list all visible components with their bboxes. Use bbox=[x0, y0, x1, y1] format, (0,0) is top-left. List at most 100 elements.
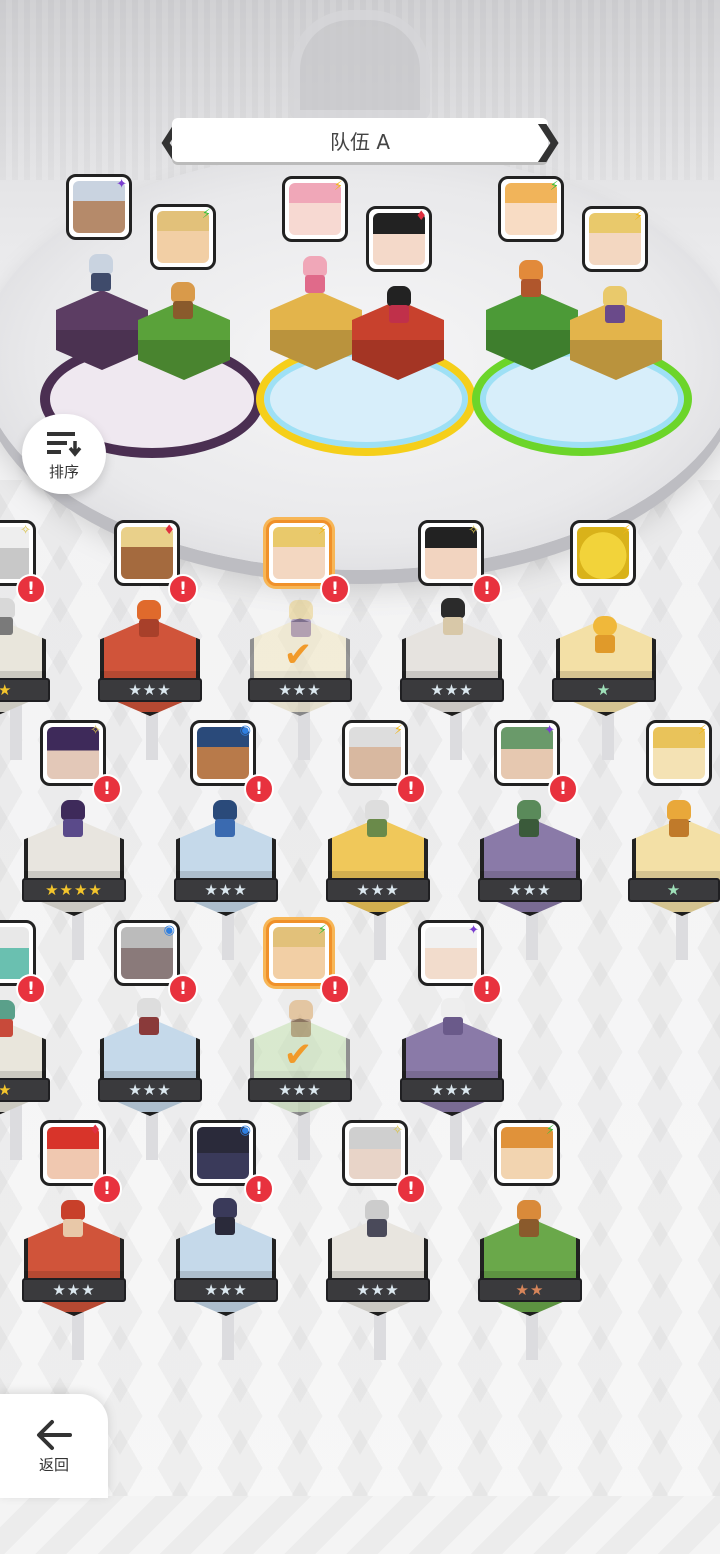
team-portrait[interactable]: ⚡ bbox=[150, 204, 216, 270]
hero-sprite[interactable] bbox=[206, 1198, 244, 1238]
lightning-element-icon: ⚡ bbox=[317, 523, 327, 538]
hero-sprite[interactable] bbox=[358, 1200, 396, 1240]
team-member-sprite[interactable] bbox=[164, 282, 202, 322]
hero-sprite[interactable] bbox=[0, 598, 22, 638]
hero-portrait[interactable]: ◉ bbox=[190, 1120, 256, 1186]
back-label: 返回 bbox=[38, 1455, 69, 1474]
hero-portrait[interactable]: ✧ bbox=[342, 1120, 408, 1186]
hero-portrait[interactable]: ✧ bbox=[418, 520, 484, 586]
fire-element-icon: ♦ bbox=[415, 209, 427, 224]
team-portrait[interactable]: ⚡ bbox=[498, 176, 564, 242]
team-portrait[interactable]: ⚡ bbox=[282, 176, 348, 242]
hero-sprite[interactable] bbox=[510, 1200, 548, 1240]
next-team-arrow-icon[interactable]: ❯ bbox=[532, 118, 564, 162]
alert-badge: ! bbox=[320, 974, 350, 1004]
star-rating: ★★ bbox=[478, 1278, 582, 1302]
hero-portrait[interactable]: ⚡ bbox=[646, 720, 712, 786]
light-element-icon: ✧ bbox=[392, 1123, 403, 1138]
sort-icon bbox=[47, 431, 82, 457]
hero-portrait[interactable]: ♦ bbox=[40, 1120, 106, 1186]
water-element-icon: ◉ bbox=[163, 923, 175, 938]
alert-badge: ! bbox=[548, 774, 578, 804]
bottom-bar bbox=[0, 1496, 720, 1554]
hero-sprite[interactable] bbox=[54, 800, 92, 840]
team-portrait[interactable]: ♦ bbox=[366, 206, 432, 272]
star-rating: ★★ bbox=[0, 1078, 50, 1102]
star-rating: ★★★ bbox=[22, 1278, 126, 1302]
alert-badge: ! bbox=[396, 774, 426, 804]
hero-portrait[interactable]: ◉ bbox=[190, 720, 256, 786]
fire-element-icon: ♦ bbox=[89, 1123, 101, 1138]
alert-badge: ! bbox=[472, 974, 502, 1004]
wind-element-icon: ⚡ bbox=[317, 923, 327, 938]
star-rating: ★ bbox=[628, 878, 720, 902]
hero-sprite[interactable] bbox=[282, 600, 320, 640]
hero-portrait-selected[interactable]: ⚡ bbox=[266, 520, 332, 586]
alert-badge: ! bbox=[168, 574, 198, 604]
team-portrait[interactable]: ⚡ bbox=[582, 206, 648, 272]
star-rating: ★★★ bbox=[248, 678, 352, 702]
star-rating: ★★★ bbox=[174, 878, 278, 902]
team-member-sprite[interactable] bbox=[82, 254, 120, 294]
alert-badge: ! bbox=[244, 774, 274, 804]
hero-sprite[interactable] bbox=[510, 800, 548, 840]
water-element-icon: ◉ bbox=[239, 723, 251, 738]
hero-portrait[interactable]: ⚡ bbox=[494, 1120, 560, 1186]
hero-sprite[interactable] bbox=[660, 800, 698, 840]
lightning-element-icon: ⚡ bbox=[697, 723, 707, 738]
hero-portrait[interactable]: ◉ bbox=[114, 920, 180, 986]
light-element-icon: ✧ bbox=[90, 723, 101, 738]
star-rating: ★★★ bbox=[326, 1278, 430, 1302]
hero-portrait[interactable]: ⚡ bbox=[570, 520, 636, 586]
team-portrait[interactable]: ✦ bbox=[66, 174, 132, 240]
hero-sprite[interactable] bbox=[206, 800, 244, 840]
hero-sprite[interactable] bbox=[0, 1000, 22, 1040]
team-title: 队伍 A bbox=[329, 129, 391, 154]
sort-label: 排序 bbox=[48, 462, 79, 481]
hero-sprite[interactable] bbox=[54, 1200, 92, 1240]
team-member-sprite[interactable] bbox=[596, 286, 634, 326]
lightning-element-icon: ⚡ bbox=[333, 179, 343, 194]
star-rating: ★★★ bbox=[400, 678, 504, 702]
void-element-icon: ✦ bbox=[468, 923, 479, 938]
hero-portrait[interactable]: ✦ bbox=[494, 720, 560, 786]
hero-sprite[interactable] bbox=[586, 616, 624, 656]
fire-element-icon: ♦ bbox=[163, 523, 175, 538]
alert-badge: ! bbox=[396, 1174, 426, 1204]
selected-check-icon: ✔ bbox=[283, 635, 313, 675]
hero-sprite[interactable] bbox=[434, 598, 472, 638]
star-rating: ★★★ bbox=[98, 678, 202, 702]
back-arrow-icon bbox=[37, 1419, 72, 1450]
hero-sprite[interactable] bbox=[434, 998, 472, 1038]
star-rating: ★★★ bbox=[326, 878, 430, 902]
lightning-element-icon: ⚡ bbox=[621, 523, 631, 538]
team-member-sprite[interactable] bbox=[380, 286, 418, 326]
water-element-icon: ◉ bbox=[239, 1123, 251, 1138]
hero-portrait-selected[interactable]: ⚡ bbox=[266, 920, 332, 986]
hero-portrait[interactable]: ⚡ bbox=[342, 720, 408, 786]
game-scene: ❮ 队伍 A ❯ ✦ ⚡ ⚡ ♦ ⚡ ⚡ 排序 ✧ ! ★★ ♦ bbox=[0, 0, 720, 1554]
star-rating: ★★★ bbox=[174, 1278, 278, 1302]
void-element-icon: ✦ bbox=[544, 723, 555, 738]
hero-sprite[interactable] bbox=[358, 800, 396, 840]
team-member-sprite[interactable] bbox=[512, 260, 550, 300]
back-button[interactable]: 返回 bbox=[0, 1394, 108, 1498]
team-member-sprite[interactable] bbox=[296, 256, 334, 296]
hero-portrait[interactable]: ♦ bbox=[114, 520, 180, 586]
hero-portrait[interactable]: ✦ bbox=[418, 920, 484, 986]
sort-button[interactable]: 排序 bbox=[22, 414, 106, 494]
wind-element-icon: ⚡ bbox=[201, 207, 211, 222]
light-element-icon: ✧ bbox=[20, 523, 31, 538]
hero-sprite[interactable] bbox=[282, 1000, 320, 1040]
light-element-icon: ✧ bbox=[468, 523, 479, 538]
hero-sprite[interactable] bbox=[130, 998, 168, 1038]
alert-badge: ! bbox=[168, 974, 198, 1004]
star-rating: ★★★★ bbox=[22, 878, 126, 902]
hero-sprite[interactable] bbox=[130, 600, 168, 640]
star-rating: ★★★ bbox=[400, 1078, 504, 1102]
lightning-element-icon: ⚡ bbox=[633, 209, 643, 224]
star-rating: ★★★ bbox=[248, 1078, 352, 1102]
star-rating: ★★ bbox=[0, 678, 50, 702]
hero-portrait[interactable]: ✧ bbox=[40, 720, 106, 786]
star-rating: ★★★ bbox=[98, 1078, 202, 1102]
